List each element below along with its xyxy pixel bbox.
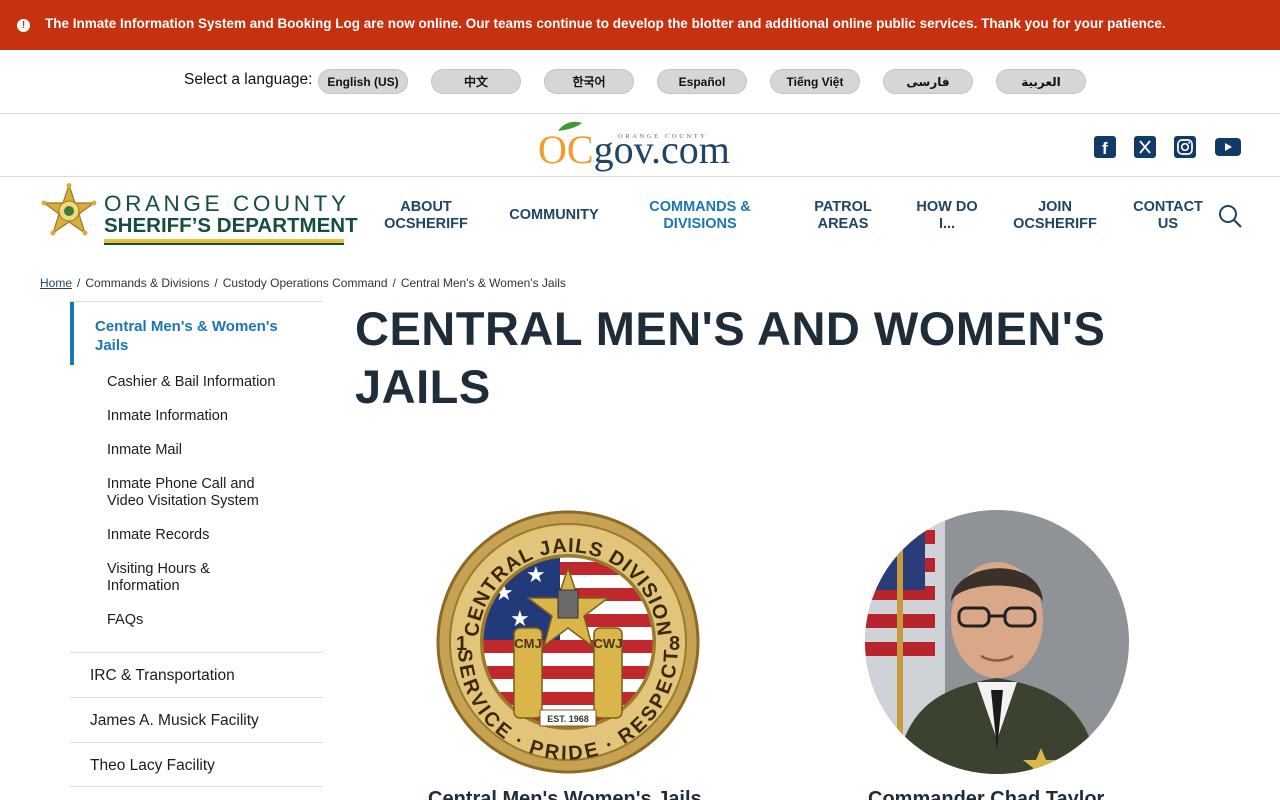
sidebar-current-label[interactable]: Central Men's & Women's Jails (95, 317, 305, 355)
svg-text:CMJ: CMJ (514, 636, 541, 651)
nav-about[interactable]: ABOUT OCSHERIFF (378, 199, 474, 233)
breadcrumb-current: Central Men's & Women's Jails (400, 276, 566, 290)
sheriff-star-icon (41, 183, 97, 236)
svg-text:EST. 1968: EST. 1968 (547, 714, 589, 724)
sidebar-subitem-visiting-hours[interactable]: Visiting Hours & Information (107, 561, 237, 595)
search-icon[interactable] (1217, 203, 1243, 229)
sidebar-item-james-musick[interactable]: James A. Musick Facility (70, 697, 323, 742)
alert-text: The Inmate Information System and Bookin… (45, 16, 1166, 31)
nav-patrol-areas[interactable]: PATROL AREAS (803, 199, 883, 233)
language-button-spanish[interactable]: Español (657, 69, 747, 94)
language-bar: Select a language: English (US) 中文 한국어 E… (0, 50, 1280, 114)
ocgov-logo-text: OCgov.com (538, 127, 730, 172)
nav-how-do-i[interactable]: HOW DO I... (907, 199, 987, 233)
sidebar-subitem-cashier-bail[interactable]: Cashier & Bail Information (107, 374, 307, 391)
sidebar-subitem-phone-video[interactable]: Inmate Phone Call and Video Visitation S… (107, 476, 277, 510)
sidebar-subitem-inmate-information[interactable]: Inmate Information (107, 408, 307, 425)
language-button-chinese[interactable]: 中文 (431, 69, 521, 94)
svg-text:f: f (1102, 139, 1108, 158)
sidebar-subitem-faqs[interactable]: FAQs (107, 612, 307, 629)
site-header: ORANGE COUNTY SHERIFF’S DEPARTMENT ABOUT… (0, 177, 1280, 267)
sidebar-item-theo-lacy[interactable]: Theo Lacy Facility (70, 742, 323, 787)
language-button-vietnamese[interactable]: Tiếng Việt (770, 69, 860, 94)
nav-community[interactable]: COMMUNITY (500, 207, 608, 224)
county-bar: ORANGE COUNTY OCgov.com f (0, 114, 1280, 177)
x-icon[interactable] (1134, 136, 1156, 158)
info-icon: ! (17, 19, 30, 32)
breadcrumb: Home / Commands & Divisions / Custody Operat… (40, 276, 566, 290)
sidebar-subitem-inmate-mail[interactable]: Inmate Mail (107, 442, 307, 459)
nav-commands-divisions[interactable]: COMMANDS & DIVISIONS (640, 199, 760, 233)
svg-text:CWJ: CWJ (594, 636, 623, 651)
ocgov-logo[interactable]: ORANGE COUNTY OCgov.com (538, 120, 743, 172)
facebook-icon[interactable]: f (1094, 136, 1116, 158)
breadcrumb-commands-divisions[interactable]: Commands & Divisions (85, 276, 209, 290)
youtube-icon[interactable] (1215, 138, 1241, 156)
breadcrumb-custody-operations[interactable]: Custody Operations Command (223, 276, 388, 290)
logo-text-department: SHERIFF’S DEPARTMENT (104, 214, 358, 237)
page-title: CENTRAL MEN'S AND WOMEN'S JAILS (355, 302, 1106, 413)
language-label: Select a language: (184, 71, 313, 88)
commander-portrait[interactable] (865, 510, 1129, 774)
language-button-korean[interactable]: 한국어 (544, 69, 634, 94)
sidebar-subitem-inmate-records[interactable]: Inmate Records (107, 527, 307, 544)
sidebar-item-current: Central Men's & Women's Jails (70, 302, 323, 365)
language-button-arabic[interactable]: العربية (996, 69, 1086, 94)
breadcrumb-home[interactable]: Home (40, 276, 72, 290)
language-button-farsi[interactable]: فارسی (883, 69, 973, 94)
card-title-commander: Commander Chad Taylor (868, 788, 1105, 800)
nav-contact[interactable]: CONTACT US (1125, 199, 1211, 233)
card-title-jails: Central Men's Women's Jails (428, 788, 702, 800)
nav-join[interactable]: JOIN OCSHERIFF (1008, 199, 1102, 233)
alert-banner: ! The Inmate Information System and Book… (0, 0, 1280, 50)
instagram-icon[interactable] (1174, 136, 1196, 158)
ocsd-logo[interactable]: ORANGE COUNTY SHERIFF’S DEPARTMENT (40, 183, 358, 247)
logo-underline (104, 239, 344, 245)
division-badge-image[interactable]: ★ ★ ★ CMJ CWJ EST. 1968 1 8 CENTRAL JAIL… (436, 510, 700, 774)
sidebar-item-irc-transportation[interactable]: IRC & Transportation (70, 652, 323, 697)
language-button-english[interactable]: English (US) (318, 69, 408, 94)
